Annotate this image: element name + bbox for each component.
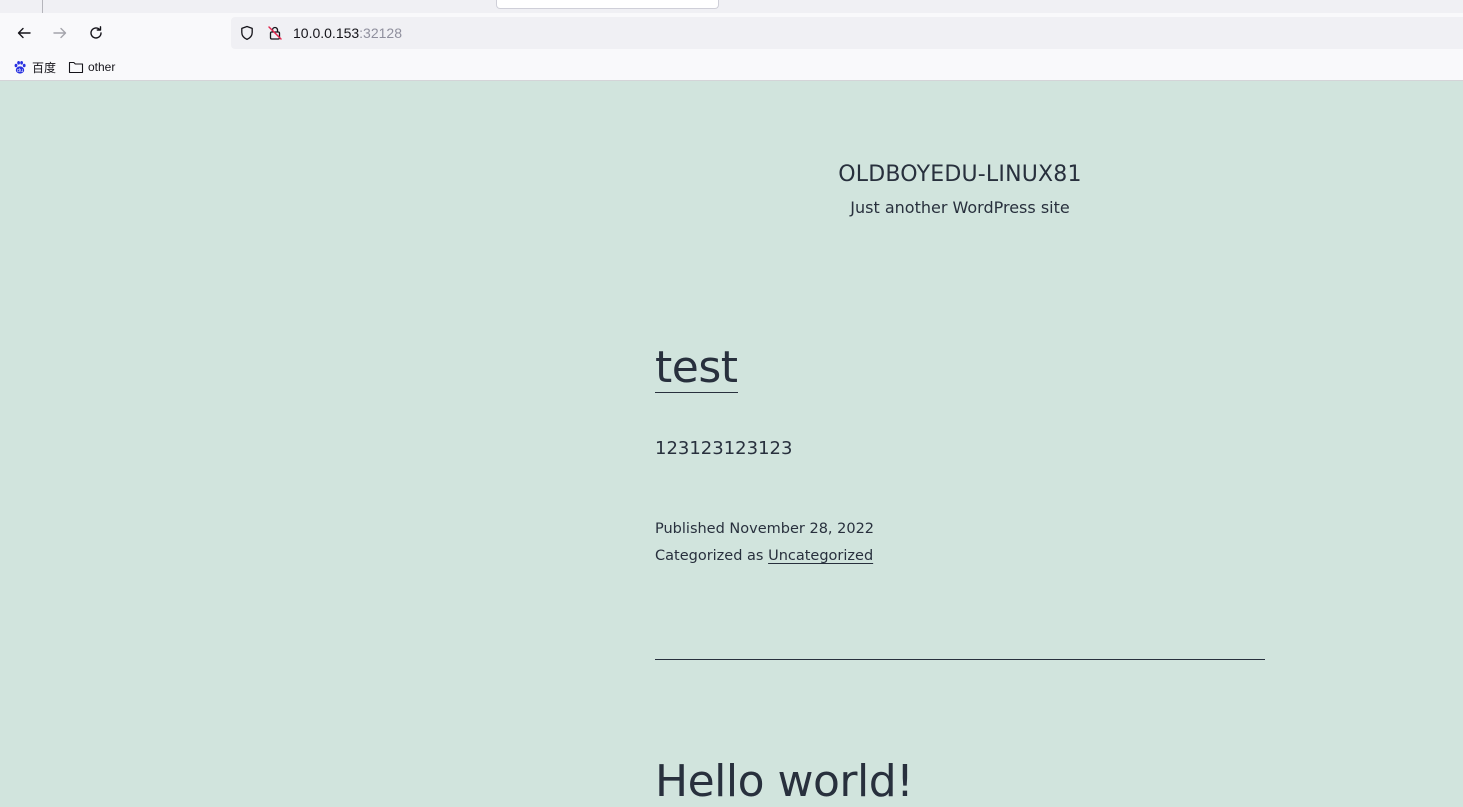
post-separator <box>655 659 1265 660</box>
site-description: Just another WordPress site <box>850 198 1070 217</box>
bookmark-label: 百度 <box>32 60 57 75</box>
url-text[interactable]: 10.0.0.153:32128 <box>293 25 402 41</box>
navigation-toolbar: 10.0.0.153:32128 <box>0 13 1463 54</box>
bookmark-label: other <box>88 60 116 74</box>
page-content: OLDBOYEDU-LINUX81 Just another WordPress… <box>0 82 1463 806</box>
url-host: 10.0.0.153 <box>293 25 360 41</box>
post-published: Published November 28, 2022 <box>655 516 1265 543</box>
insecure-lock-icon[interactable] <box>267 25 283 41</box>
post-title-wrap: Hello world! <box>655 758 1265 806</box>
post-title-link[interactable]: test <box>655 344 738 393</box>
arrow-left-icon <box>17 27 31 39</box>
bookmark-folder-other[interactable]: other <box>68 58 115 76</box>
published-label: Published <box>655 521 725 537</box>
url-bar[interactable]: 10.0.0.153:32128 <box>231 17 1463 49</box>
category-label: Categorized as <box>655 548 764 564</box>
post-content: 123123123123 <box>655 438 793 459</box>
post-meta: Published November 28, 2022 Categorized … <box>655 516 1265 570</box>
post-category: Categorized as Uncategorized <box>655 543 1265 570</box>
category-link[interactable]: Uncategorized <box>768 548 873 564</box>
svg-text:du: du <box>17 68 23 74</box>
post-title-wrap: test <box>655 344 1265 393</box>
arrow-right-icon <box>53 27 67 39</box>
dropdown-popup <box>496 0 719 9</box>
bookmark-baidu[interactable]: du 百度 <box>12 58 56 76</box>
back-button[interactable] <box>12 21 36 45</box>
tracking-protection-shield-icon[interactable] <box>239 25 255 41</box>
reload-button[interactable] <box>84 21 108 45</box>
bookmarks-toolbar: du 百度 other <box>0 54 1463 81</box>
tab-strip <box>0 0 1463 13</box>
post-title-link[interactable]: Hello world! <box>655 758 914 806</box>
forward-button[interactable] <box>48 21 72 45</box>
tab-divider <box>42 0 43 13</box>
published-date: November 28, 2022 <box>729 521 875 537</box>
url-port: :32128 <box>359 25 402 41</box>
site-title[interactable]: OLDBOYEDU-LINUX81 <box>0 162 1463 187</box>
reload-icon <box>90 26 102 39</box>
baidu-paw-icon: du <box>12 59 28 75</box>
folder-icon <box>68 59 84 75</box>
site-title-text[interactable]: OLDBOYEDU-LINUX81 <box>838 162 1081 187</box>
